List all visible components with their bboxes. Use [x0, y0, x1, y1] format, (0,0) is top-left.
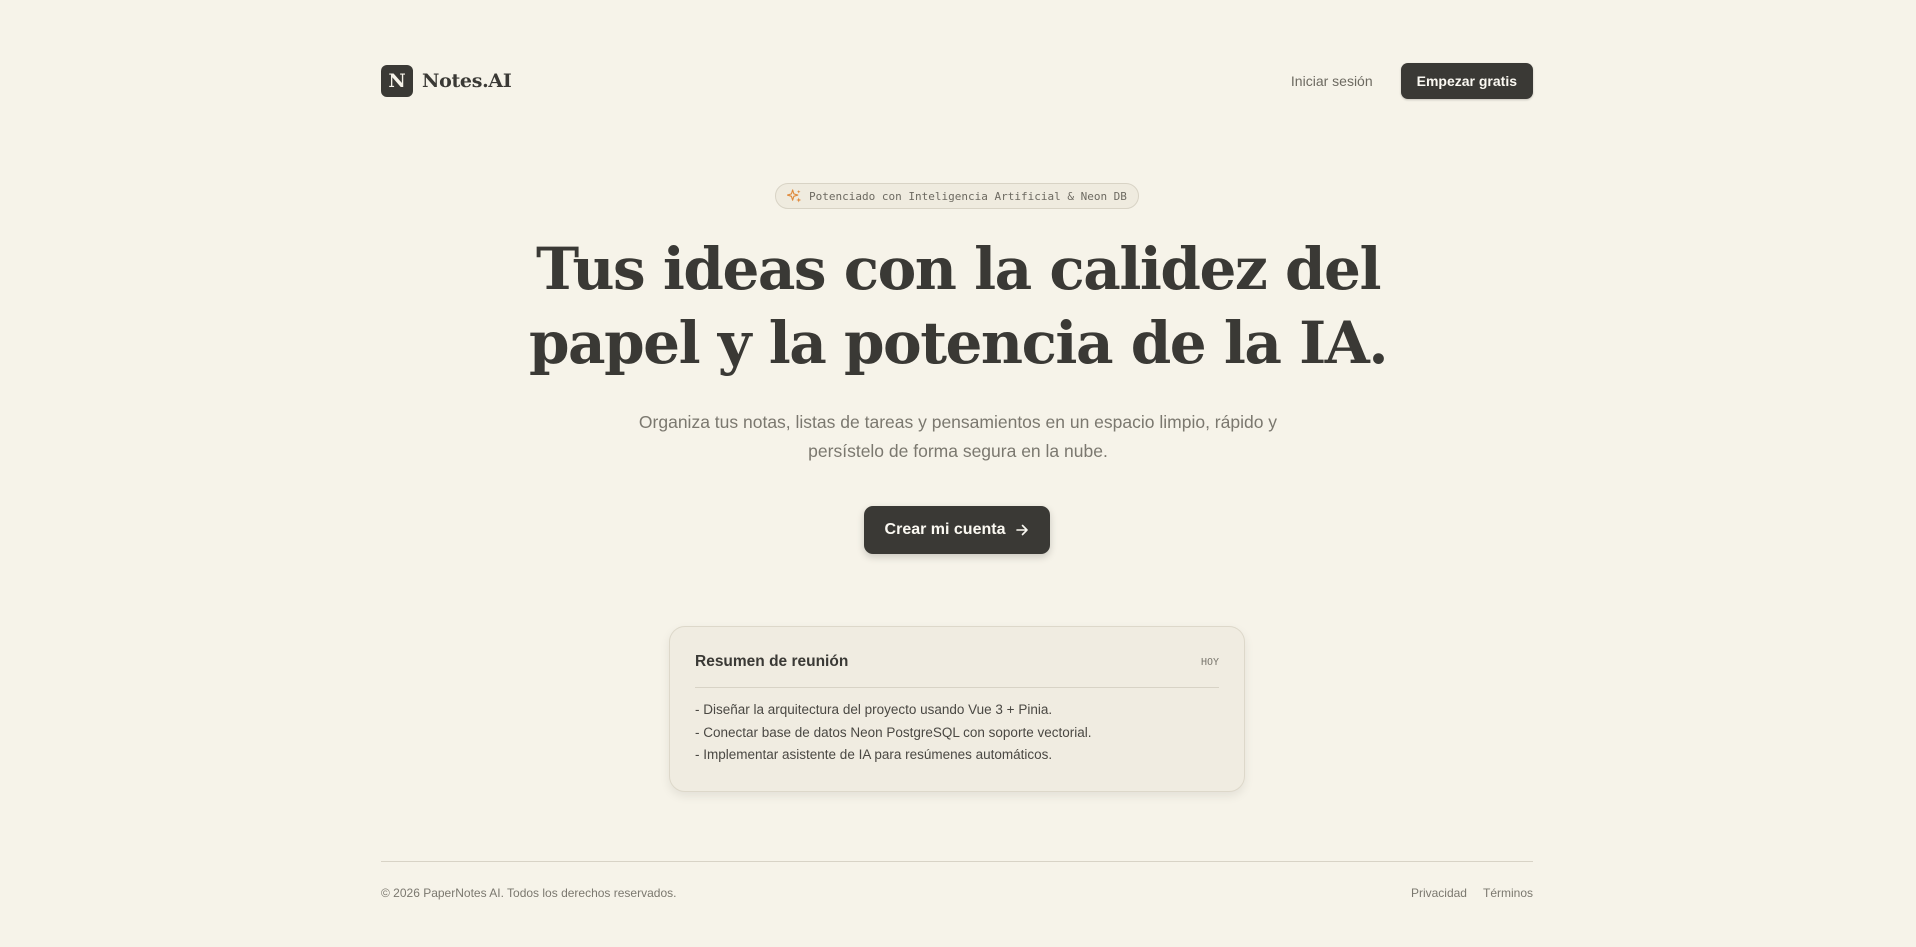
copyright-text: © 2026 PaperNotes AI. Todos los derechos… — [381, 886, 677, 900]
terms-link[interactable]: Términos — [1483, 886, 1533, 900]
nav-actions: Iniciar sesión Empezar gratis — [1291, 63, 1533, 99]
top-nav: N Notes.AI Iniciar sesión Empezar gratis — [381, 63, 1533, 99]
brand[interactable]: N Notes.AI — [381, 65, 512, 97]
sparkles-icon — [787, 188, 802, 202]
privacy-link[interactable]: Privacidad — [1411, 886, 1467, 900]
footer: © 2026 PaperNotes AI. Todos los derechos… — [381, 886, 1533, 900]
cta-label: Crear mi cuenta — [884, 521, 1006, 538]
logo-icon: N — [381, 65, 413, 97]
card-date: HOY — [1200, 656, 1219, 668]
login-link[interactable]: Iniciar sesión — [1291, 73, 1373, 89]
signup-button[interactable]: Empezar gratis — [1400, 63, 1533, 99]
subtitle-line-2: persístelo de forma segura en la nube. — [808, 441, 1108, 461]
hero-headline: Tus ideas con la calidez del papel y la … — [0, 232, 1916, 380]
hero-subtitle: Organiza tus notas, listas de tareas y p… — [608, 408, 1308, 466]
brand-name: Notes.AI — [422, 70, 512, 92]
note-line: - Conectar base de datos Neon PostgreSQL… — [695, 724, 1092, 740]
headline-line-1: Tus ideas con la calidez del — [536, 235, 1381, 303]
ai-badge: Potenciado con Inteligencia Artificial &… — [775, 183, 1139, 209]
footer-links: Privacidad Términos — [1411, 886, 1533, 900]
card-body: - Diseñar la arquitectura del proyecto u… — [695, 688, 1219, 767]
subtitle-line-1: Organiza tus notas, listas de tareas y p… — [638, 412, 1278, 432]
note-preview-card: Resumen de reunión HOY - Diseñar la arqu… — [669, 626, 1245, 792]
badge-text: Potenciado con Inteligencia Artificial &… — [809, 189, 1127, 203]
note-line: - Implementar asistente de IA para resúm… — [695, 747, 1053, 762]
headline-line-2: papel y la potencia de la IA. — [528, 309, 1389, 377]
note-line: - Diseñar la arquitectura del proyecto u… — [695, 702, 1053, 717]
card-title: Resumen de reunión — [695, 653, 849, 670]
create-account-button[interactable]: Crear mi cuenta — [864, 506, 1050, 554]
arrow-right-icon — [1016, 524, 1029, 536]
card-header: Resumen de reunión HOY — [695, 627, 1219, 688]
footer-divider — [381, 861, 1533, 862]
